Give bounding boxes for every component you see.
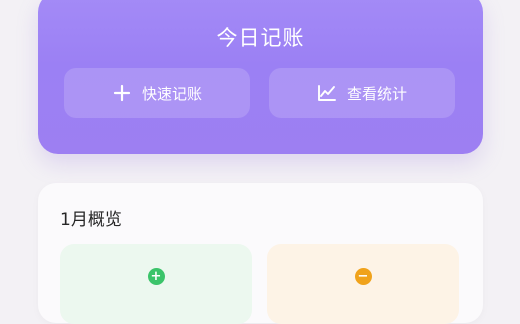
trend-chart-icon: [317, 83, 337, 103]
monthly-overview-card: 1月概览 + −: [38, 183, 483, 324]
page-title: 今日记账: [216, 26, 305, 50]
view-stats-button[interactable]: 查看统计: [269, 68, 455, 118]
plus-circle-icon: +: [147, 268, 165, 285]
plus-icon: [112, 83, 132, 103]
hero-card: 今日记账 快速记账 查看统计: [38, 0, 483, 154]
view-stats-label: 查看统计: [346, 84, 407, 103]
minus-circle-icon: −: [354, 268, 372, 285]
overview-title: 1月概览: [60, 210, 122, 230]
quick-entry-button[interactable]: 快速记账: [64, 68, 250, 118]
expense-summary[interactable]: −: [267, 244, 459, 324]
quick-entry-label: 快速记账: [141, 84, 202, 103]
income-summary[interactable]: +: [60, 244, 252, 324]
